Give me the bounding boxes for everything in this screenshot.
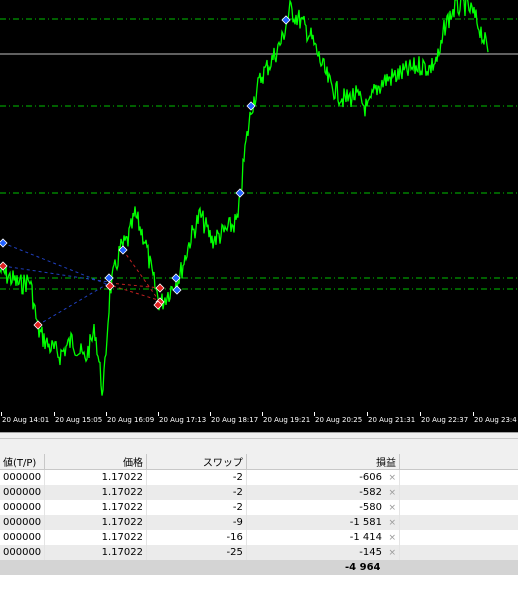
time-label: 20 Aug 23:4	[474, 416, 517, 424]
trade-line	[2, 265, 110, 283]
column-header-swap[interactable]: スワップ	[146, 454, 247, 470]
profit-value: -580	[359, 502, 382, 513]
chart-canvas	[0, 0, 518, 396]
swap-cell: -25	[146, 545, 247, 560]
empty-cell	[400, 530, 518, 545]
profit-cell: -1 581 ×	[246, 515, 401, 530]
close-order-icon[interactable]: ×	[388, 503, 396, 513]
price-cell: 1.17022	[44, 515, 148, 530]
trade-line	[2, 242, 110, 286]
tp-cell: 000000	[0, 515, 46, 530]
profit-value: -145	[359, 547, 382, 558]
tp-cell: 000000	[0, 500, 46, 515]
close-order-icon[interactable]: ×	[388, 533, 396, 543]
close-order-icon[interactable]: ×	[388, 473, 396, 483]
trade-line	[109, 282, 161, 289]
empty-cell	[400, 500, 518, 515]
total-profit-value: -4 964	[345, 562, 381, 573]
price-cell: 1.17022	[44, 545, 148, 560]
close-order-icon[interactable]: ×	[388, 518, 396, 528]
buy-arrow-icon	[235, 188, 245, 198]
swap-cell: -16	[146, 530, 247, 545]
table-row[interactable]: 000000 1.17022 -9 -1 581 ×	[0, 515, 518, 530]
price-cell: 1.17022	[44, 530, 148, 545]
profit-cell: -580 ×	[246, 500, 401, 515]
buy-arrow-icon	[172, 285, 182, 295]
table-row[interactable]: 000000 1.17022 -16 -1 414 ×	[0, 530, 518, 545]
tp-cell: 000000	[0, 485, 46, 500]
empty-cell	[400, 470, 518, 486]
swap-cell: -2	[146, 485, 247, 500]
panel-splitter[interactable]	[0, 432, 518, 455]
trade-line	[112, 285, 159, 301]
price-cell: 1.17022	[44, 500, 148, 515]
price-chart[interactable]	[0, 0, 518, 412]
column-header-tp[interactable]: 値(T/P)	[0, 454, 46, 470]
time-label: 20 Aug 14:01	[2, 416, 50, 424]
trade-table: 値(T/P) 価格 スワップ 損益 000000 1.17022 -2 -606 × 00…	[0, 454, 518, 600]
sell-arrow-icon	[33, 320, 43, 330]
price-cell: 1.17022	[44, 485, 148, 500]
price-cell: 1.17022	[44, 469, 148, 485]
table-row[interactable]: 000000 1.17022 -25 -145 ×	[0, 545, 518, 560]
time-label: 20 Aug 16:09	[107, 416, 155, 424]
profit-value: -606	[359, 472, 382, 483]
table-row[interactable]: 000000 1.17022 -2 -580 ×	[0, 500, 518, 515]
time-label: 20 Aug 21:31	[368, 416, 416, 424]
buy-arrow-icon	[0, 238, 8, 248]
profit-cell: -606 ×	[246, 469, 401, 485]
close-order-icon[interactable]: ×	[388, 548, 396, 558]
time-label: 20 Aug 22:37	[421, 416, 469, 424]
empty-cell	[399, 485, 518, 500]
profit-cell: -1 414 ×	[246, 530, 401, 545]
time-label: 20 Aug 20:25	[315, 416, 363, 424]
time-label: 20 Aug 17:13	[159, 416, 207, 424]
price-line	[0, 0, 489, 396]
swap-cell: -2	[146, 500, 247, 515]
time-label: 20 Aug 18:17	[211, 416, 259, 424]
close-order-icon[interactable]: ×	[388, 488, 396, 498]
tp-cell: 000000	[0, 545, 46, 560]
tp-cell: 000000	[0, 530, 46, 545]
tp-cell: 000000	[0, 469, 46, 485]
profit-cell: -145 ×	[246, 545, 401, 560]
table-header-row: 値(T/P) 価格 スワップ 損益	[0, 454, 518, 470]
profit-value: -582	[359, 487, 382, 498]
table-row[interactable]: 000000 1.17022 -2 -606 ×	[0, 469, 518, 486]
column-header-price[interactable]: 価格	[44, 454, 148, 470]
swap-cell: -9	[146, 515, 247, 530]
time-label: 20 Aug 15:05	[55, 416, 103, 424]
table-row[interactable]: 000000 1.17022 -2 -582 ×	[0, 485, 518, 500]
empty-cell	[399, 545, 518, 560]
profit-value: -1 414	[349, 532, 382, 543]
total-row: -4 964	[0, 560, 518, 575]
time-axis: 20 Aug 14:01 20 Aug 15:05 20 Aug 16:09 20 A…	[0, 412, 518, 432]
time-label: 20 Aug 19:21	[263, 416, 311, 424]
total-profit: -4 964	[246, 560, 400, 575]
profit-cell: -582 ×	[246, 485, 401, 500]
column-header-profit[interactable]: 損益	[246, 454, 401, 470]
empty-cell	[399, 515, 518, 530]
column-header-empty	[399, 454, 518, 470]
profit-value: -1 581	[349, 517, 382, 528]
swap-cell: -2	[146, 469, 247, 485]
